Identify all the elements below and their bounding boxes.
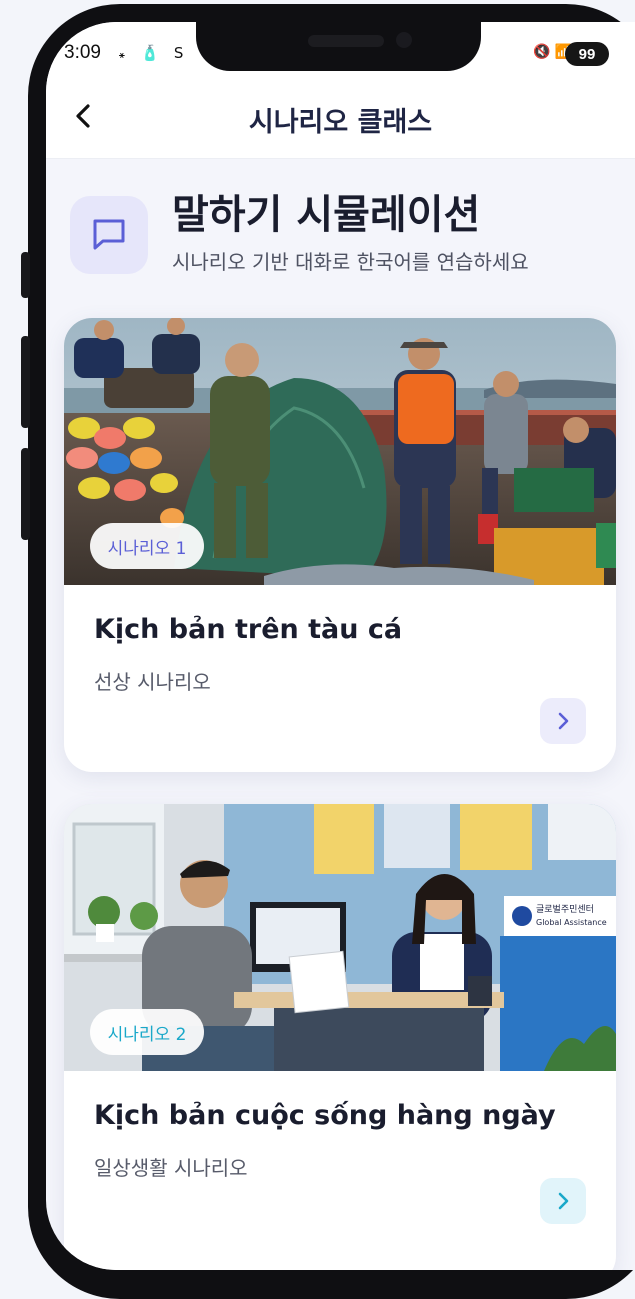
battery-level: 99 (578, 45, 596, 63)
scenario-badge: 시나리오 1 (90, 523, 204, 569)
volume-up-button (21, 336, 30, 428)
phone-screen: 3:09 ꘎ 🧴 S 🔇 📶 .ıl 99 시나리오 클래스 말하기 시뮬레이션… (46, 22, 635, 1270)
camera-notch (196, 22, 481, 71)
card-subtitle: 선상 시나리오 (94, 670, 211, 694)
speaker-grill (308, 35, 384, 47)
card-subtitle: 일상생활 시나리오 (94, 1156, 248, 1180)
side-button-top (21, 252, 30, 298)
open-scenario-button[interactable] (540, 1178, 586, 1224)
chevron-right-icon (558, 712, 569, 730)
notification-icons: ꘎ 🧴 S (118, 44, 189, 62)
app-header: 시나리오 클래스 (46, 74, 635, 159)
chevron-right-icon (558, 1192, 569, 1210)
card-title: Kịch bản cuộc sống hàng ngày (94, 1100, 556, 1131)
scenario-badge: 시나리오 2 (90, 1009, 204, 1055)
sign-english-text: Global Assistance (536, 918, 607, 927)
section-subtitle: 시나리오 기반 대화로 한국어를 연습하세요 (172, 250, 529, 274)
volume-down-button (21, 448, 30, 540)
card-title: Kịch bản trên tàu cá (94, 614, 403, 645)
open-scenario-button[interactable] (540, 698, 586, 744)
sign-korean-text: 글로벌주민센터 (536, 904, 594, 915)
battery-indicator: 99 (565, 42, 609, 66)
scenario-card-fishing-boat[interactable]: 시나리오 1 Kịch bản trên tàu cá 선상 시나리오 (64, 318, 616, 772)
front-camera (396, 32, 412, 48)
status-time: 3:09 (64, 42, 101, 63)
chat-bubble-icon (70, 196, 148, 274)
scenario-card-daily-life[interactable]: 글로벌주민센터 Global Assistance 시나리오 2 Kịch bả… (64, 804, 616, 1270)
status-bar: 3:09 ꘎ 🧴 S 🔇 📶 .ıl 99 (46, 22, 635, 74)
section-title: 말하기 시뮬레이션 (172, 192, 481, 238)
page-title: 시나리오 클래스 (248, 107, 433, 138)
